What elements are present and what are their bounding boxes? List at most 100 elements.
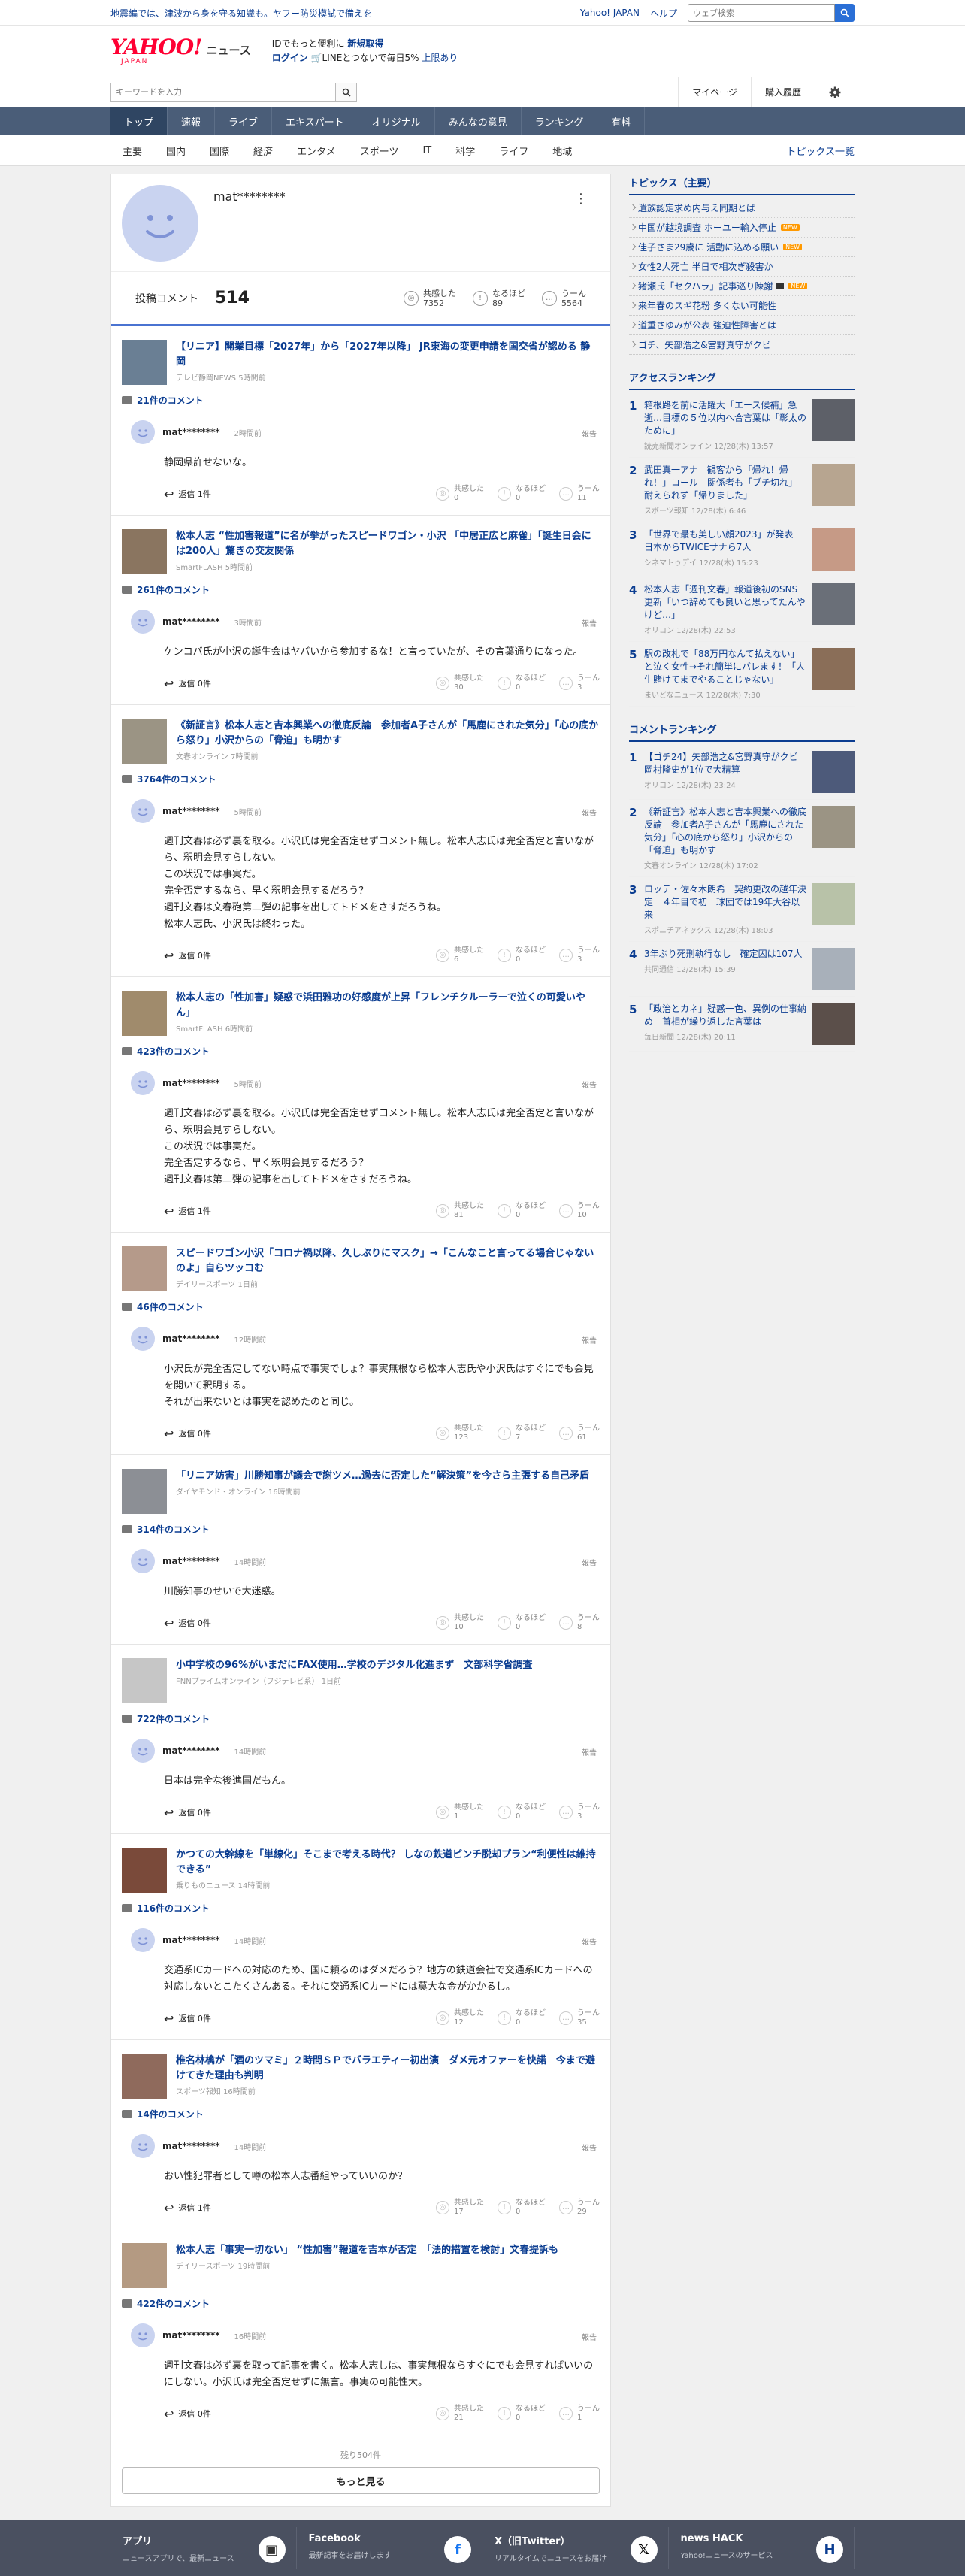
topic-link[interactable]: 女性2人死亡 半日で相次ぎ殺害か <box>629 257 855 277</box>
disaster-notice-link[interactable]: 地震編では、津波から身を守る知識も。ヤフー防災模試で備えを <box>110 7 372 20</box>
article-title-link[interactable]: 椎名林檎が「酒のツマミ」２時間ＳＰでバラエティー初出演 ダメ元オファーを快諾 今… <box>176 2055 595 2081</box>
purchase-history-link[interactable]: 購入履歴 <box>750 77 815 107</box>
article-thumbnail[interactable] <box>122 2054 167 2099</box>
reaction-naruhodo-button[interactable]: ! なるほど 0 <box>498 674 546 692</box>
comment-count-link[interactable]: 3764件のコメント <box>122 773 600 786</box>
ranking-item[interactable]: 5 「政治とカネ」疑惑一色、異例の仕事納め 首相が繰り返した言葉は 毎日新聞 12/… <box>629 997 855 1052</box>
reply-button[interactable]: ↩ 返信 0件 <box>164 2011 211 2026</box>
help-link[interactable]: ヘルプ <box>650 7 677 20</box>
reaction-uun-button[interactable]: … うーん 29 <box>559 2199 600 2217</box>
article-title-link[interactable]: 小中学校の96%がいまだにFAX使用…学校のデジタル化進まず 文部科学省調査 <box>176 1660 532 1671</box>
topics-list-link[interactable]: トピックス一覧 <box>786 144 855 158</box>
news-search-button[interactable] <box>336 82 357 102</box>
reaction-uun-button[interactable]: … うーん 8 <box>559 1614 600 1632</box>
ranking-thumbnail[interactable] <box>812 528 855 571</box>
article-thumbnail[interactable] <box>122 1658 167 1703</box>
mypage-link[interactable]: マイページ <box>678 77 751 107</box>
comment-count-link[interactable]: 46件のコメント <box>122 1300 600 1313</box>
article-title-link[interactable]: 松本人志「事実一切ない」 “性加害”報道を吉本が否定 「法的措置を検討」文春提訴… <box>176 2245 558 2256</box>
category-tab[interactable]: 主要 <box>110 144 154 158</box>
login-link[interactable]: ログイン <box>272 53 308 63</box>
category-tab[interactable]: 経済 <box>241 144 285 158</box>
comment-username[interactable]: mat******** <box>162 616 220 627</box>
comment-count-link[interactable]: 116件のコメント <box>122 1902 600 1915</box>
ranking-title-link[interactable]: 松本人志「週刊文春」報道後初のSNS更新「いつ辞めても良いと思ってたんやけど…」 <box>644 584 806 620</box>
reaction-empathy-button[interactable]: ◎ 共感した 6 <box>436 946 484 964</box>
reaction-naruhodo-button[interactable]: ! なるほど 0 <box>498 1803 546 1821</box>
reaction-empathy-button[interactable]: ◎ 共感した 0 <box>436 485 484 503</box>
reaction-naruhodo-button[interactable]: ! なるほど 7 <box>498 1424 546 1442</box>
report-link[interactable]: 報告 <box>582 1557 597 1568</box>
ranking-thumbnail[interactable] <box>812 583 855 625</box>
ranking-item[interactable]: 1 【ゴチ24】矢部浩之&宮野真守がクビ 岡村隆史が1位で大精算 オリコン 12/2… <box>629 745 855 800</box>
report-link[interactable]: 報告 <box>582 1079 597 1090</box>
category-tab[interactable]: ライフ <box>487 144 540 158</box>
reaction-empathy-button[interactable]: ◎ 共感した 10 <box>436 1614 484 1632</box>
ranking-title-link[interactable]: 「政治とカネ」疑惑一色、異例の仕事納め 首相が繰り返した言葉は <box>644 1003 806 1027</box>
article-title-link[interactable]: スピードワゴン小沢「コロナ禍以降、久しぶりにマスク」→「こんなこと言ってる場合じ… <box>176 1248 594 1274</box>
article-title-link[interactable]: 《新証言》松本人志と吉本興業への徹底反論 参加者A子さんが「馬鹿にされた気分」「… <box>176 720 598 746</box>
article-thumbnail[interactable] <box>122 340 167 385</box>
report-link[interactable]: 報告 <box>582 1936 597 1947</box>
reaction-empathy-button[interactable]: ◎ 共感した 123 <box>436 1424 484 1442</box>
topic-link[interactable]: 中国が越境調査 ホーユー輸入停止 NEW <box>629 218 855 238</box>
reaction-uun-button[interactable]: … うーん 3 <box>559 946 600 964</box>
reaction-naruhodo-button[interactable]: ! なるほど 0 <box>498 946 546 964</box>
ranking-title-link[interactable]: 《新証言》松本人志と吉本興業への徹底反論 参加者A子さんが「馬鹿にされた気分」「… <box>644 807 806 855</box>
yahoo-japan-link[interactable]: Yahoo! JAPAN <box>580 8 640 18</box>
ranking-item[interactable]: 4 松本人志「週刊文春」報道後初のSNS更新「いつ辞めても良いと思ってたんやけど…… <box>629 577 855 642</box>
reaction-empathy-button[interactable]: ◎ 共感した 17 <box>436 2199 484 2217</box>
ranking-thumbnail[interactable] <box>812 883 855 925</box>
web-search-input[interactable] <box>688 4 835 22</box>
report-link[interactable]: 報告 <box>582 428 597 439</box>
article-thumbnail[interactable] <box>122 991 167 1036</box>
gnav-item[interactable]: 有料 <box>597 107 646 135</box>
ranking-thumbnail[interactable] <box>812 751 855 793</box>
gnav-item[interactable]: トップ <box>110 107 168 135</box>
ranking-title-link[interactable]: 【ゴチ24】矢部浩之&宮野真守がクビ 岡村隆史が1位で大精算 <box>644 752 807 775</box>
ranking-item[interactable]: 3 ロッテ・佐々木朗希 契約更改の越年決定 ４年目で初 球団では19年大谷以来 スポ… <box>629 877 855 942</box>
comment-count-link[interactable]: 21件のコメント <box>122 394 600 407</box>
reply-button[interactable]: ↩ 返信 0件 <box>164 1616 211 1630</box>
footer-x-link[interactable]: X（旧Twitter） リアルタイムでニュースをお届け 𝕏 <box>482 2527 669 2569</box>
reaction-uun-button[interactable]: … うーん 11 <box>559 485 600 503</box>
article-title-link[interactable]: かつての大幹線を「単線化」そこまで考える時代？ しなの鉄道ピンチ脱却プラン“利便… <box>176 1849 596 1875</box>
article-title-link[interactable]: 【リニア】開業目標「2027年」から「2027年以降」 JR東海の変更申請を国交… <box>176 341 590 368</box>
ranking-thumbnail[interactable] <box>812 1003 855 1045</box>
report-link[interactable]: 報告 <box>582 2331 597 2342</box>
ranking-item[interactable]: 3 「世界で最も美しい顔2023」が発表 日本からTWICEサナら7人 シネマトゥデ… <box>629 522 855 577</box>
reaction-uun-button[interactable]: … うーん 3 <box>559 674 600 692</box>
report-link[interactable]: 報告 <box>582 1334 597 1346</box>
article-thumbnail[interactable] <box>122 1848 167 1893</box>
article-thumbnail[interactable] <box>122 1469 167 1514</box>
reaction-empathy-button[interactable]: ◎ 共感した 81 <box>436 1202 484 1220</box>
reaction-uun-button[interactable]: … うーん 10 <box>559 1202 600 1220</box>
article-thumbnail[interactable] <box>122 1246 167 1291</box>
web-search-button[interactable] <box>835 4 855 22</box>
reaction-naruhodo-button[interactable]: ! なるほど 0 <box>498 485 546 503</box>
category-tab[interactable]: 科学 <box>443 144 487 158</box>
ranking-title-link[interactable]: 箱根路を前に活躍大「エース候補」急逝…目標の５位以内へ合言葉は「彰太のために」 <box>644 400 806 436</box>
ranking-title-link[interactable]: ロッテ・佐々木朗希 契約更改の越年決定 ４年目で初 球団では19年大谷以来 <box>644 884 806 920</box>
article-thumbnail[interactable] <box>122 529 167 574</box>
ranking-item[interactable]: 2 武田真一アナ 観客から「帰れ！帰れ！」コール 関係者も「ブチ切れ」 耐えられず… <box>629 458 855 522</box>
comment-count-link[interactable]: 422件のコメント <box>122 2297 600 2310</box>
comment-username[interactable]: mat******** <box>162 2141 220 2151</box>
category-tab[interactable]: 国際 <box>198 144 241 158</box>
article-thumbnail[interactable] <box>122 719 167 764</box>
topic-link[interactable]: 来年春のスギ花粉 多くない可能性 <box>629 296 855 316</box>
settings-button[interactable] <box>815 77 855 107</box>
ranking-title-link[interactable]: 武田真一アナ 観客から「帰れ！帰れ！」コール 関係者も「ブチ切れ」 耐えられず「… <box>644 465 802 501</box>
reaction-uun-button[interactable]: … うーん 1 <box>559 2405 600 2423</box>
ranking-thumbnail[interactable] <box>812 648 855 690</box>
comment-username[interactable]: mat******** <box>162 427 220 437</box>
article-title-link[interactable]: 「リニア妨害」川勝知事が議会で謝ツメ…過去に否定した“解決策”を今さら主張する自… <box>176 1470 589 1482</box>
comment-username[interactable]: mat******** <box>162 1556 220 1566</box>
report-link[interactable]: 報告 <box>582 807 597 818</box>
ranking-item[interactable]: 2 《新証言》松本人志と吉本興業への徹底反論 参加者A子さんが「馬鹿にされた気分」… <box>629 800 855 877</box>
footer-facebook-link[interactable]: Facebook 最新記事をお届けします f <box>297 2527 482 2569</box>
reaction-uun-button[interactable]: … うーん 3 <box>559 1803 600 1821</box>
news-search-input[interactable] <box>110 82 336 102</box>
ranking-item[interactable]: 4 3年ぶり死刑執行なし 確定囚は107人 共同通信 12/28(木) 15:39 <box>629 942 855 997</box>
topic-link[interactable]: ゴチ、矢部浩之&宮野真守がクビ <box>629 335 855 355</box>
